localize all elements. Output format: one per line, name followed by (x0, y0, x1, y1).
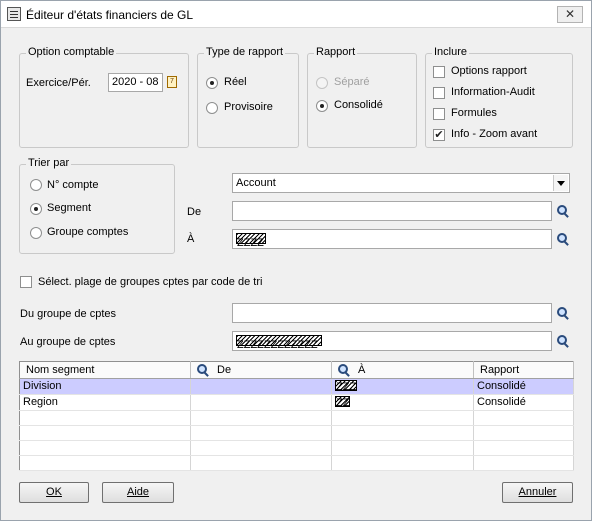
group-from-label: Du groupe de cptes (20, 308, 117, 320)
table-header-row: Nom segment De À Rapport (19, 361, 574, 379)
radio-separe[interactable] (316, 77, 328, 89)
help-button[interactable]: Aide (102, 482, 174, 503)
cell-report[interactable]: Consolidé (473, 378, 574, 395)
calendar-icon[interactable]: 7 (167, 76, 177, 88)
trier-par-legend: Trier par (26, 157, 72, 169)
search-icon[interactable] (557, 205, 569, 217)
column-header-from[interactable]: De (190, 361, 332, 379)
cancel-button[interactable]: Annuler (502, 482, 573, 503)
radio-numero-compte-label: N° compte (47, 179, 99, 191)
column-header-segment[interactable]: Nom segment (19, 361, 191, 379)
ok-button-label: OK (46, 486, 62, 498)
inclure-group: Inclure Options rapport Information-Audi… (425, 46, 573, 148)
cell-to[interactable]: ZZ (331, 394, 474, 411)
period-label: Exercice/Pér. (26, 77, 91, 89)
column-header-from-label: De (217, 363, 232, 376)
range-to-label: À (187, 233, 195, 245)
search-icon (338, 364, 350, 376)
period-field[interactable]: 2020 - 08 (108, 73, 163, 92)
cell-segment-name[interactable]: Division (19, 378, 191, 395)
cell-from[interactable] (190, 378, 332, 395)
segments-table: Nom segment De À Rapport Division ZZZ Co… (19, 361, 574, 471)
segment-select[interactable]: Account (232, 173, 570, 193)
radio-reel[interactable] (206, 77, 218, 89)
check-options-rapport[interactable] (433, 66, 445, 78)
check-options-rapport-label: Options rapport (451, 65, 527, 77)
option-comptable-legend: Option comptable (26, 46, 117, 58)
radio-consolide-label: Consolidé (334, 99, 383, 111)
report-editor-window: Éditeur d'états financiers de GL ✕ Optio… (0, 0, 592, 521)
type-rapport-legend: Type de rapport (204, 46, 286, 58)
cell-from[interactable] (190, 394, 332, 411)
column-header-to[interactable]: À (331, 361, 474, 379)
group-to-value: ZZZZZZZZZZZZ (236, 334, 322, 350)
help-button-label: Aide (126, 486, 150, 498)
group-to-field[interactable]: ZZZZZZZZZZZZ (232, 331, 552, 351)
group-to-label: Au groupe de cptes (20, 336, 116, 348)
radio-groupe-comptes[interactable] (30, 227, 42, 239)
cell-segment-name[interactable]: Region (19, 394, 191, 411)
table-row-empty (19, 410, 574, 426)
cell-to-value: ZZ (335, 395, 350, 409)
cancel-button-label: Annuler (518, 486, 557, 498)
option-comptable-group: Option comptable Exercice/Pér. 2020 - 08… (19, 46, 189, 148)
inclure-legend: Inclure (432, 46, 470, 58)
segment-select-value: Account (236, 177, 276, 189)
column-header-to-label: À (358, 363, 366, 376)
group-from-field[interactable] (232, 303, 552, 323)
rapport-group: Rapport Séparé Consolidé (307, 46, 417, 148)
search-icon (197, 364, 209, 376)
app-icon (7, 7, 21, 21)
radio-provisoire-label: Provisoire (224, 101, 273, 113)
table-row-empty (19, 455, 574, 471)
cell-report[interactable]: Consolidé (473, 394, 574, 411)
range-to-value: ZZZZ (236, 232, 266, 248)
radio-segment[interactable] (30, 203, 42, 215)
radio-separe-label: Séparé (334, 76, 370, 88)
search-icon[interactable] (557, 335, 569, 347)
check-group-sort-label: Sélect. plage de groupes cptes par code … (38, 276, 263, 288)
range-to-field[interactable]: ZZZZ (232, 229, 552, 249)
cell-to-value: ZZZ (335, 379, 357, 393)
type-rapport-group: Type de rapport Réel Provisoire (197, 46, 299, 148)
cell-to[interactable]: ZZZ (331, 378, 474, 395)
trier-par-group: Trier par N° compte Segment Groupe compt… (19, 157, 175, 254)
window-title: Éditeur d'états financiers de GL (26, 8, 194, 22)
check-information-audit[interactable] (433, 87, 445, 99)
column-header-report[interactable]: Rapport (473, 361, 574, 379)
table-row-empty (19, 425, 574, 441)
check-info-zoom[interactable]: ✔ (433, 129, 445, 141)
check-group-sort[interactable] (20, 276, 32, 288)
table-row[interactable]: Division ZZZ Consolidé (19, 378, 574, 395)
check-information-audit-label: Information-Audit (451, 86, 535, 98)
radio-provisoire[interactable] (206, 102, 218, 114)
ok-button[interactable]: OK (19, 482, 89, 503)
table-row-empty (19, 440, 574, 456)
rapport-legend: Rapport (314, 46, 358, 58)
close-button[interactable]: ✕ (557, 6, 583, 23)
search-icon[interactable] (557, 307, 569, 319)
title-bar: Éditeur d'états financiers de GL ✕ (1, 1, 591, 28)
radio-numero-compte[interactable] (30, 179, 42, 191)
range-from-label: De (187, 206, 202, 218)
radio-reel-label: Réel (224, 76, 247, 88)
radio-groupe-comptes-label: Groupe comptes (47, 226, 129, 238)
search-icon[interactable] (557, 233, 569, 245)
chevron-down-icon[interactable] (553, 175, 568, 191)
table-row[interactable]: Region ZZ Consolidé (19, 394, 574, 411)
check-formules[interactable] (433, 108, 445, 120)
radio-segment-label: Segment (47, 202, 92, 214)
range-from-field[interactable] (232, 201, 552, 221)
check-info-zoom-label: Info - Zoom avant (451, 128, 538, 140)
radio-consolide[interactable] (316, 100, 328, 112)
check-formules-label: Formules (451, 107, 497, 119)
